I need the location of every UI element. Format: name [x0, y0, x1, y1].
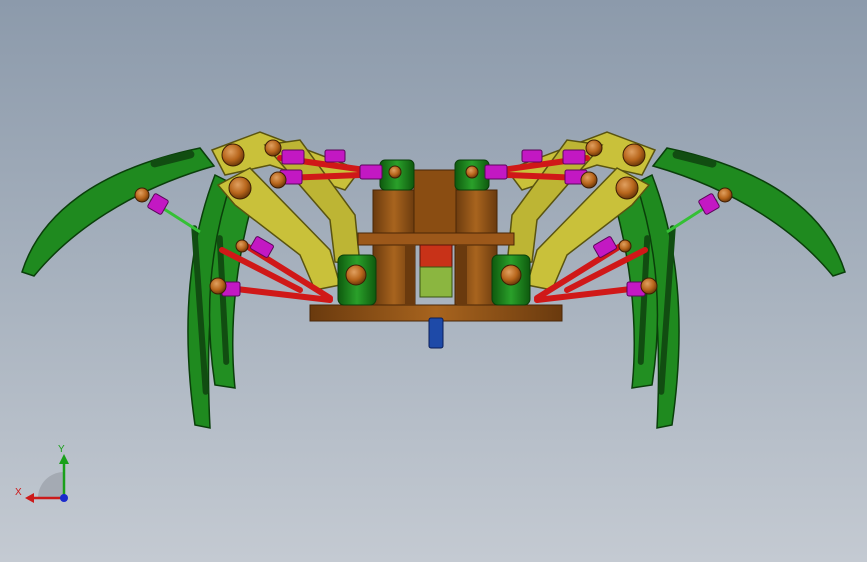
hexapod-robot-model[interactable]: [0, 0, 867, 562]
left-outer-leg: [21, 147, 216, 277]
upper-plate: [357, 232, 515, 246]
graphics-viewport[interactable]: Y X: [0, 0, 867, 562]
motor-body: [419, 266, 453, 298]
y-axis-label: Y: [58, 444, 65, 455]
view-orientation-triad-icon[interactable]: Y X: [10, 440, 80, 510]
triad-graphic: [25, 454, 69, 503]
right-outer-leg: [651, 147, 846, 277]
x-axis-label: X: [15, 487, 22, 498]
shaft: [428, 317, 444, 349]
column-center: [413, 169, 457, 241]
motor-top: [419, 244, 453, 268]
